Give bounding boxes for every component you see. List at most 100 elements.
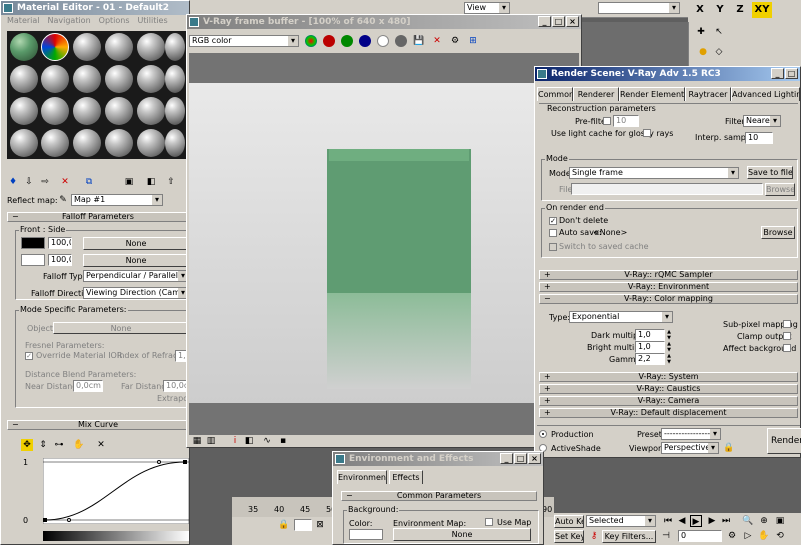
named-selection-dropdown[interactable] xyxy=(598,2,680,14)
render-image[interactable] xyxy=(189,53,579,435)
lock-icon[interactable]: 🔒 xyxy=(278,519,290,531)
caustics-rollout[interactable]: + V-Ray:: Caustics xyxy=(539,384,798,394)
stats-icon[interactable]: ▥ xyxy=(205,435,217,447)
sample-slot-5[interactable] xyxy=(137,33,165,61)
mix-curve-rollout[interactable]: − Mix Curve xyxy=(7,420,189,430)
sample-slot-7[interactable] xyxy=(10,65,38,93)
filter-dropdown[interactable]: Nearest xyxy=(743,115,781,127)
bright-multiplier-field[interactable]: 1,0 xyxy=(635,341,665,353)
background-color-swatch[interactable] xyxy=(349,529,383,540)
tab-environment[interactable]: Environment xyxy=(337,470,387,484)
key-mode-icon[interactable]: ⊣ xyxy=(660,530,672,542)
eyedropper-icon[interactable]: ✎ xyxy=(57,194,69,206)
scale-point-icon[interactable]: ⇕ xyxy=(37,439,49,451)
next-frame-icon[interactable]: ▶ xyxy=(706,515,718,527)
side-amount-field[interactable]: 100,0 xyxy=(48,254,72,266)
sample-slot-1[interactable] xyxy=(10,33,38,61)
axis-x-button[interactable]: X xyxy=(694,4,706,16)
tab-advanced-lighting[interactable]: Advanced Lighting xyxy=(731,87,800,101)
mix-curve-graph[interactable] xyxy=(43,458,189,524)
menu-navigation[interactable]: Navigation xyxy=(48,16,91,28)
red-channel-icon[interactable] xyxy=(323,35,335,47)
rqmc-sampler-rollout[interactable]: + V-Ray:: rQMC Sampler xyxy=(539,270,798,280)
go-to-end-icon[interactable]: ⏭ xyxy=(720,515,732,527)
prefilter-field[interactable]: 10 xyxy=(613,115,639,127)
sphere-geometry-icon[interactable]: ● xyxy=(697,46,709,58)
falloff-direction-dropdown[interactable]: Viewing Direction (Camera Z-Axis) xyxy=(83,287,189,299)
frame-buffer-titlebar[interactable]: V-Ray frame buffer - [100% of 640 x 480]… xyxy=(187,15,581,29)
use-map-checkbox[interactable] xyxy=(485,518,493,526)
material-id-icon[interactable]: ▣ xyxy=(123,176,135,188)
environment-map-button[interactable]: None xyxy=(393,528,531,541)
preset-dropdown[interactable]: ---------------- xyxy=(661,428,721,440)
go-to-start-icon[interactable]: ⏮ xyxy=(662,515,674,527)
clamp-checkbox[interactable] xyxy=(783,332,791,340)
sample-slot-6[interactable] xyxy=(165,33,185,61)
sample-slot-20[interactable] xyxy=(41,129,69,157)
side-map-button[interactable]: None xyxy=(83,254,189,267)
bright-multiplier-spinner[interactable]: ▲ ▼ xyxy=(666,341,672,353)
zoom-extents-icon[interactable]: ▣ xyxy=(774,515,786,527)
green-channel-icon[interactable] xyxy=(341,35,353,47)
light-cache-checkbox[interactable] xyxy=(643,129,651,137)
map-name-dropdown[interactable]: Map #1 xyxy=(71,194,163,206)
sample-slot-24[interactable] xyxy=(165,129,185,157)
go-to-parent-icon[interactable]: ⇧ xyxy=(165,176,177,188)
zoom-all-icon[interactable]: ⊕ xyxy=(758,515,770,527)
sample-slot-16[interactable] xyxy=(105,97,133,125)
copy-material-icon[interactable]: ⧉ xyxy=(83,176,95,188)
viewport-area[interactable] xyxy=(580,22,688,67)
tab-raytracer[interactable]: Raytracer xyxy=(685,87,731,101)
close-button[interactable]: × xyxy=(566,16,579,27)
front-color-swatch[interactable] xyxy=(21,237,45,249)
affect-background-checkbox[interactable] xyxy=(783,344,791,352)
curve-icon[interactable]: ∿ xyxy=(261,435,273,447)
absolute-mode-icon[interactable]: ⊠ xyxy=(314,519,326,531)
env-effects-titlebar[interactable]: Environment and Effects _ □ × xyxy=(333,452,543,466)
mono-icon[interactable] xyxy=(395,35,407,47)
history-icon[interactable]: ▦ xyxy=(191,435,203,447)
falloff-type-dropdown[interactable]: Perpendicular / Parallel xyxy=(83,270,189,282)
sample-slot-12[interactable] xyxy=(165,65,185,93)
minimize-button[interactable]: _ xyxy=(500,453,513,464)
rgb-channel-icon[interactable] xyxy=(305,35,317,47)
sample-slot-4[interactable] xyxy=(105,33,133,61)
sample-slot-22[interactable] xyxy=(105,129,133,157)
get-material-icon[interactable]: ♦ xyxy=(7,176,19,188)
tab-effects[interactable]: Effects xyxy=(389,470,423,484)
sample-slot-18[interactable] xyxy=(165,97,185,125)
reset-icon[interactable]: ✕ xyxy=(59,176,71,188)
switch-cache-checkbox[interactable] xyxy=(549,243,557,251)
front-map-button[interactable]: None xyxy=(83,237,189,250)
menu-utilities[interactable]: Utilities xyxy=(138,16,168,28)
cursor-icon[interactable]: ↖ xyxy=(713,26,725,38)
save-to-file-button[interactable]: Save to file xyxy=(747,166,793,179)
render-button[interactable]: Render xyxy=(767,428,801,454)
production-radio[interactable] xyxy=(539,430,547,438)
play-icon[interactable]: ▶ xyxy=(690,515,702,527)
create-tab-icon[interactable]: ✚ xyxy=(695,26,707,38)
channel-dropdown[interactable]: RGB color xyxy=(189,35,299,47)
sample-slot-10[interactable] xyxy=(105,65,133,93)
key-mode-dropdown[interactable]: Selected xyxy=(586,515,656,527)
mode-dropdown[interactable]: Single frame xyxy=(569,167,739,179)
sample-slot-11[interactable] xyxy=(137,65,165,93)
assign-material-icon[interactable]: ⇨ xyxy=(39,176,51,188)
pixel-aspect-icon[interactable]: ▪ xyxy=(277,435,289,447)
sample-slot-23[interactable] xyxy=(137,129,165,157)
add-point-icon[interactable]: ⊶ xyxy=(53,439,65,451)
prefilter-checkbox[interactable] xyxy=(603,117,611,125)
put-to-scene-icon[interactable]: ⇩ xyxy=(23,176,35,188)
default-displacement-rollout[interactable]: + V-Ray:: Default displacement xyxy=(539,408,798,418)
minimize-button[interactable]: _ xyxy=(538,16,551,27)
sample-slot-17[interactable] xyxy=(137,97,165,125)
file-field[interactable] xyxy=(571,183,763,195)
sample-slot-9[interactable] xyxy=(73,65,101,93)
front-amount-field[interactable]: 100,0 xyxy=(48,237,72,249)
render-scene-titlebar[interactable]: Render Scene: V-Ray Adv 1.5 RC3 _ □ xyxy=(535,67,800,81)
tab-common[interactable]: Common xyxy=(537,87,573,101)
browse-file-button[interactable]: Browse xyxy=(765,183,795,196)
x-coord-field[interactable] xyxy=(294,519,312,531)
clear-image-icon[interactable]: ✕ xyxy=(431,35,443,47)
pan-view-icon[interactable]: ✋ xyxy=(758,530,770,542)
